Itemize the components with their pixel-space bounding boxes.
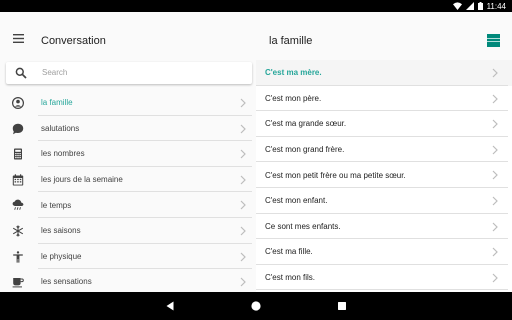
phrase-item[interactable]: Ce sont mes enfants. <box>256 214 512 240</box>
topic-pane: Search la famille salutations les nombre… <box>0 60 256 292</box>
chevron-right-icon <box>240 226 246 236</box>
phrase-label: C'est mon père. <box>265 93 322 103</box>
chevron-right-icon <box>240 98 246 108</box>
phrase-label: C'est mon grand frère. <box>265 145 345 155</box>
menu-button[interactable] <box>8 28 28 48</box>
phrase-label: C'est mon enfant. <box>265 196 328 206</box>
back-icon[interactable] <box>164 300 176 312</box>
chat-bubble-icon <box>12 123 24 134</box>
chevron-right-icon <box>492 273 498 283</box>
phrase-item[interactable]: C'est mon enfant. <box>256 188 512 214</box>
phrase-item[interactable]: C'est mon père. <box>256 86 512 112</box>
topic-label: les nombres <box>41 149 85 159</box>
topic-list: la famille salutations les nombres les j… <box>0 90 256 292</box>
coffee-icon <box>12 278 24 288</box>
topic-item-la-famille[interactable]: la famille <box>0 90 256 116</box>
person-icon <box>12 97 24 109</box>
signal-icon <box>465 2 474 10</box>
chevron-right-icon <box>492 145 498 155</box>
search-input[interactable]: Search <box>6 62 252 84</box>
phrase-item[interactable]: C'est ma grande sœur. <box>256 111 512 137</box>
chevron-right-icon <box>240 124 246 134</box>
chevron-right-icon <box>240 175 246 185</box>
chevron-right-icon <box>492 68 498 78</box>
topic-label: le physique <box>41 251 82 261</box>
status-icons: 11:44 <box>452 0 506 12</box>
chevron-right-icon <box>492 196 498 206</box>
detail-title: la famille <box>269 35 313 47</box>
snowflake-icon <box>12 225 24 237</box>
chevron-right-icon <box>240 200 246 210</box>
topic-label: le temps <box>41 200 72 210</box>
chevron-right-icon <box>492 222 498 231</box>
wifi-icon <box>452 2 462 10</box>
topic-item-les-nombres[interactable]: les nombres <box>0 141 256 167</box>
topic-label: les jours de la semaine <box>41 175 123 185</box>
calculator-icon <box>14 148 22 160</box>
chevron-right-icon <box>240 149 246 159</box>
accessibility-icon <box>13 250 23 263</box>
topic-label: salutations <box>41 123 80 133</box>
app-logo-icon <box>487 34 500 47</box>
divider <box>256 289 508 291</box>
status-bar: 11:44 <box>0 0 512 12</box>
topic-item-salutations[interactable]: salutations <box>0 116 256 142</box>
app-bar: Conversation la famille <box>0 12 512 60</box>
chevron-right-icon <box>240 252 246 261</box>
menu-icon <box>12 33 24 43</box>
topic-item-les-saisons[interactable]: les saisons <box>0 218 256 244</box>
phrase-pane: C'est ma mère. C'est mon père. C'est ma … <box>256 60 512 292</box>
search-placeholder: Search <box>42 68 68 77</box>
phrase-label: C'est ma mère. <box>265 68 322 78</box>
topic-label: la famille <box>41 98 73 108</box>
phrase-label: C'est ma grande sœur. <box>265 119 347 129</box>
chevron-right-icon <box>492 247 498 257</box>
topic-label: les saisons <box>41 226 81 236</box>
recents-icon[interactable] <box>336 300 348 312</box>
calendar-icon <box>12 174 24 186</box>
weather-icon <box>12 199 24 211</box>
chevron-right-icon <box>492 170 498 180</box>
chevron-right-icon <box>492 94 498 104</box>
search-icon <box>15 67 27 79</box>
battery-icon <box>477 2 483 10</box>
phrase-item[interactable]: C'est ma mère. <box>256 60 512 86</box>
status-time: 11:44 <box>486 1 506 11</box>
phrase-item[interactable]: C'est ma fille. <box>256 239 512 265</box>
navigation-bar <box>0 292 512 320</box>
topic-item-le-temps[interactable]: le temps <box>0 192 256 218</box>
topic-label: les sensations <box>41 277 92 287</box>
topic-item-les-jours-de-la-semaine[interactable]: les jours de la semaine <box>0 167 256 193</box>
phrase-label: C'est mon fils. <box>265 273 315 283</box>
app-title: Conversation <box>41 35 106 47</box>
phrase-item[interactable]: C'est mon fils. <box>256 265 512 291</box>
chevron-right-icon <box>240 277 246 287</box>
phrase-label: C'est mon petit frère ou ma petite sœur. <box>265 170 406 180</box>
topic-item-le-physique[interactable]: le physique <box>0 244 256 270</box>
home-icon[interactable] <box>250 300 262 312</box>
topic-item-les-sensations[interactable]: les sensations <box>0 269 256 292</box>
phrase-label: Ce sont mes enfants. <box>265 221 341 231</box>
phrase-item[interactable]: C'est mon petit frère ou ma petite sœur. <box>256 162 512 188</box>
phrase-label: C'est ma fille. <box>265 247 313 257</box>
chevron-right-icon <box>492 119 498 129</box>
phrase-item[interactable]: C'est mon grand frère. <box>256 137 512 163</box>
